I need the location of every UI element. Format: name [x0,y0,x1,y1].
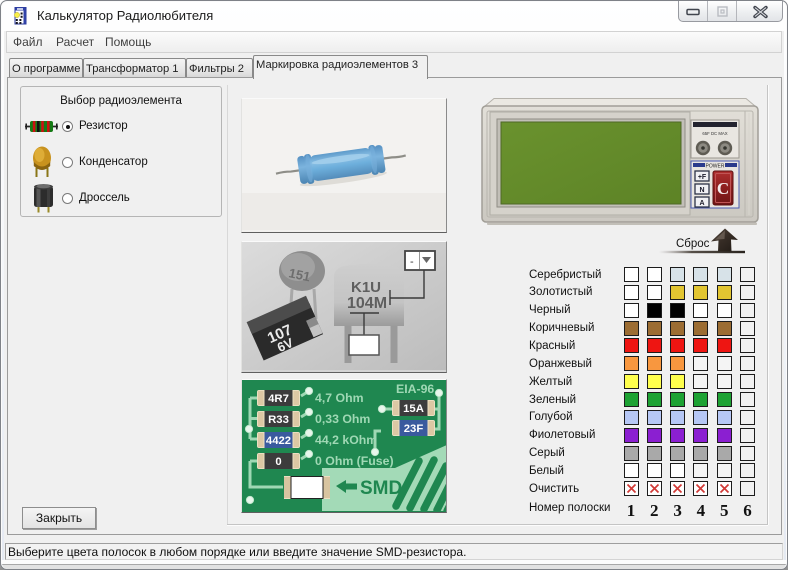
svg-text:4,7 Ohm: 4,7 Ohm [315,391,364,405]
svg-text:R33: R33 [268,414,289,426]
svg-text:0 Ohm (Fuse): 0 Ohm (Fuse) [315,454,394,468]
svg-text:C: C [717,179,729,198]
svg-text:-: - [410,256,414,268]
svg-text:0: 0 [275,456,281,468]
svg-text:104M: 104M [347,295,387,312]
svg-text:SMD: SMD [360,478,402,499]
svg-text:44,2 kOhm: 44,2 kOhm [315,433,377,447]
svg-text:65F DC MAX: 65F DC MAX [702,131,727,136]
svg-text:4R7: 4R7 [268,393,289,405]
svg-text:23F: 23F [404,423,424,435]
svg-text:4422: 4422 [266,435,291,447]
svg-text:0,33 Ohm: 0,33 Ohm [315,412,370,426]
svg-text:A: A [699,200,704,207]
svg-text:POWER: POWER [706,164,725,170]
svg-text:+F: +F [698,174,707,181]
svg-text:15A: 15A [403,403,424,415]
svg-text:N: N [699,187,704,194]
svg-text:K1U: K1U [351,279,381,296]
svg-text:EIA-96: EIA-96 [396,382,434,396]
